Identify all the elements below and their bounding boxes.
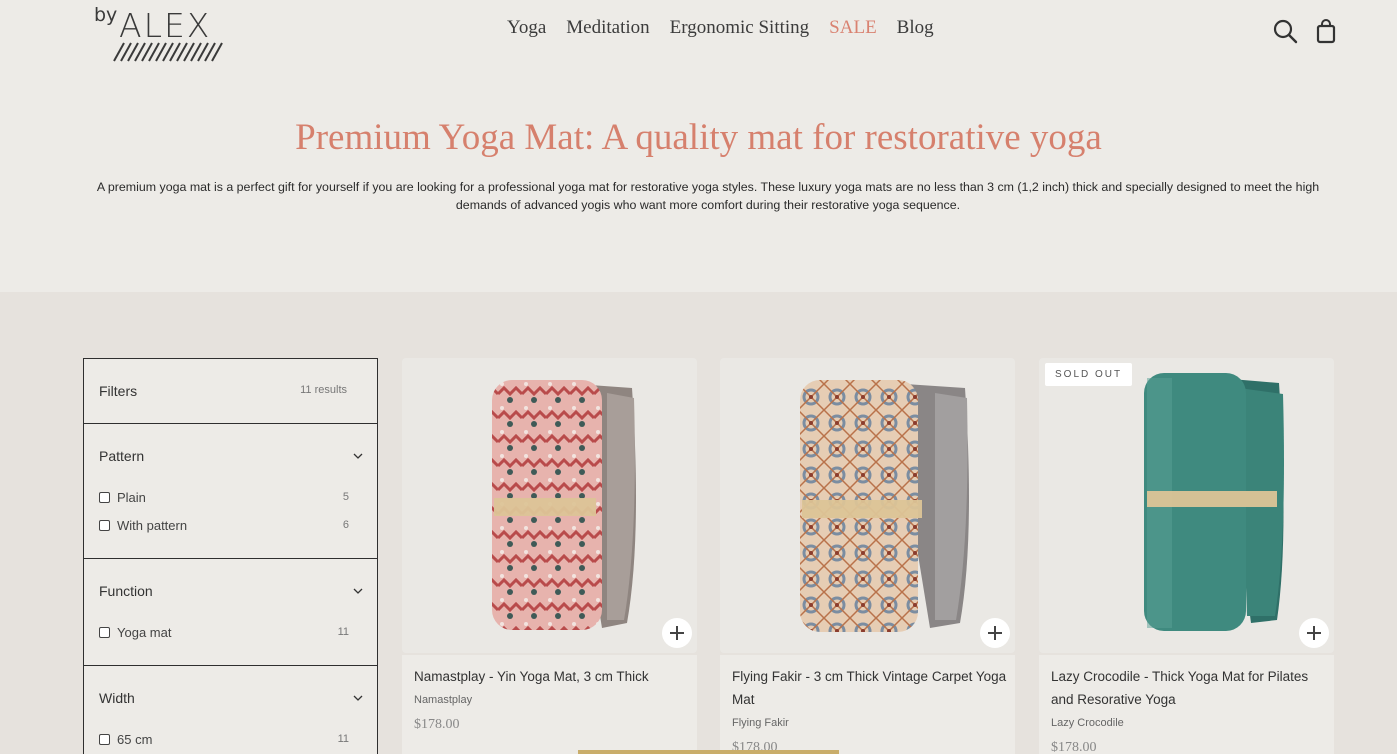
- nav-ergonomic-sitting[interactable]: Ergonomic Sitting: [670, 17, 810, 39]
- product-image[interactable]: [402, 358, 697, 653]
- product-price: $178.00: [414, 717, 460, 732]
- filter-option-count: 11: [337, 626, 349, 638]
- product-card[interactable]: Flying Fakir - 3 cm Thick Vintage Carpet…: [720, 358, 1015, 754]
- product-card[interactable]: Namastplay - Yin Yoga Mat, 3 cm Thick Na…: [402, 358, 697, 754]
- nav-yoga[interactable]: Yoga: [507, 17, 546, 39]
- filter-option-label: Plain: [117, 490, 146, 505]
- filter-group-title[interactable]: Width: [99, 690, 135, 706]
- main-nav: Yoga Meditation Ergonomic Sitting SALE B…: [507, 17, 954, 39]
- product-vendor: Namastplay: [414, 694, 473, 706]
- filter-option-label: 65 cm: [117, 732, 153, 747]
- filter-option-65cm[interactable]: 65 cm 11: [99, 730, 349, 750]
- shopping-bag-icon[interactable]: [1313, 18, 1339, 44]
- filter-group-title[interactable]: Pattern: [99, 448, 144, 464]
- filter-header: Filters 11 results: [84, 359, 377, 424]
- search-icon[interactable]: [1272, 18, 1298, 44]
- plus-icon[interactable]: [980, 618, 1010, 648]
- product-name[interactable]: Namastplay - Yin Yoga Mat, 3 cm Thick: [414, 665, 689, 688]
- plus-icon[interactable]: [1299, 618, 1329, 648]
- checkbox[interactable]: [99, 627, 110, 638]
- brand-logo[interactable]: by ALEX: [92, 4, 227, 64]
- rolled-mat-image: [1144, 373, 1284, 631]
- product-info: Namastplay - Yin Yoga Mat, 3 cm Thick Na…: [402, 653, 697, 754]
- filter-option-plain[interactable]: Plain 5: [99, 488, 349, 508]
- rolled-mat-image: [800, 380, 969, 632]
- product-name[interactable]: Lazy Crocodile - Thick Yoga Mat for Pila…: [1051, 665, 1326, 711]
- chevron-down-icon[interactable]: [353, 451, 363, 461]
- product-info: Lazy Crocodile - Thick Yoga Mat for Pila…: [1039, 653, 1334, 754]
- plus-icon[interactable]: [662, 618, 692, 648]
- sold-out-badge: SOLD OUT: [1045, 363, 1133, 386]
- product-price: $178.00: [1051, 740, 1097, 754]
- product-image[interactable]: SOLD OUT: [1039, 358, 1334, 653]
- filter-option-yoga-mat[interactable]: Yoga mat 11: [99, 623, 349, 643]
- nav-meditation[interactable]: Meditation: [566, 17, 649, 39]
- filter-group-width: Width 65 cm 11: [84, 666, 377, 754]
- chevron-down-icon[interactable]: [353, 586, 363, 596]
- checkbox[interactable]: [99, 734, 110, 745]
- filter-option-label: Yoga mat: [117, 625, 172, 640]
- filter-group-title[interactable]: Function: [99, 583, 153, 599]
- filter-option-with-pattern[interactable]: With pattern 6: [99, 516, 349, 536]
- product-card[interactable]: SOLD OUT Lazy Crocodile - Thick Yoga Mat…: [1039, 358, 1334, 754]
- chevron-down-icon[interactable]: [353, 693, 363, 703]
- page-title: Premium Yoga Mat: A quality mat for rest…: [295, 117, 1102, 158]
- logo-stripes: [113, 42, 223, 62]
- page-description: A premium yoga mat is a perfect gift for…: [96, 180, 1320, 212]
- filter-option-count: 6: [342, 519, 349, 531]
- site-header: by ALEX Yoga Meditation Ergonomic Sittin…: [0, 0, 1397, 292]
- filter-group-function: Function Yoga mat 11: [84, 559, 377, 666]
- rolled-mat-image: [492, 380, 636, 630]
- nav-sale[interactable]: SALE: [829, 17, 877, 39]
- product-vendor: Lazy Crocodile: [1051, 717, 1124, 729]
- product-info: Flying Fakir - 3 cm Thick Vintage Carpet…: [720, 653, 1015, 754]
- product-name[interactable]: Flying Fakir - 3 cm Thick Vintage Carpet…: [732, 665, 1007, 711]
- filter-option-label: With pattern: [117, 518, 188, 533]
- logo-name: ALEX: [119, 6, 212, 45]
- checkbox[interactable]: [99, 520, 110, 531]
- logo-by: by: [94, 4, 118, 26]
- product-vendor: Flying Fakir: [732, 717, 789, 729]
- checkbox[interactable]: [99, 492, 110, 503]
- bottom-popup-bar[interactable]: [578, 750, 839, 754]
- product-image[interactable]: [720, 358, 1015, 653]
- filter-sidebar: Filters 11 results Pattern Plain 5 With …: [83, 358, 378, 754]
- filter-option-count: 11: [337, 733, 349, 745]
- filter-title: Filters: [99, 383, 138, 399]
- nav-blog[interactable]: Blog: [897, 17, 934, 39]
- filter-group-pattern: Pattern Plain 5 With pattern 6: [84, 424, 377, 559]
- result-count: 11 results: [300, 384, 347, 396]
- filter-option-count: 5: [342, 491, 349, 503]
